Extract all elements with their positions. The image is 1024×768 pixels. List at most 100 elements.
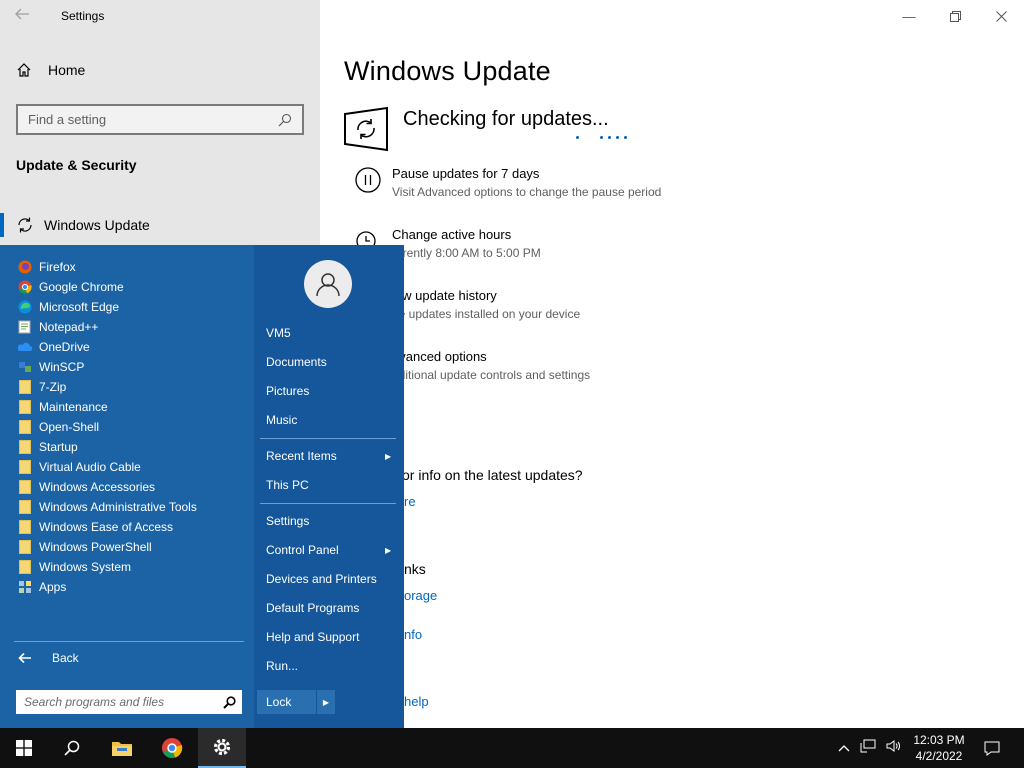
program-label: Startup (39, 440, 78, 454)
program-list: Firefox Google Chrome Microsoft Edge Not… (18, 257, 197, 597)
menu-documents[interactable]: Documents (266, 355, 327, 369)
search-icon (278, 113, 292, 126)
taskbar-settings[interactable] (198, 728, 246, 768)
active-indicator (0, 213, 4, 237)
minimize-button[interactable]: — (886, 0, 932, 32)
page-title: Windows Update (344, 56, 551, 86)
folder-icon (18, 380, 32, 394)
taskbar-chrome[interactable] (148, 728, 196, 768)
option-title: Pause updates for 7 days (392, 166, 540, 181)
folder-icon (18, 540, 32, 554)
search-icon (223, 695, 236, 709)
back-arrow-icon (18, 652, 31, 664)
search-programs-placeholder: Search programs and files (24, 695, 165, 709)
menu-music[interactable]: Music (266, 413, 297, 427)
program-windows-powershell[interactable]: Windows PowerShell (18, 537, 197, 557)
program-label: Firefox (39, 260, 76, 274)
find-setting-placeholder: Find a setting (28, 112, 107, 127)
section-heading: Update & Security (16, 157, 137, 173)
notepadpp-icon (18, 320, 32, 334)
menu-recent-items[interactable]: Recent Items (266, 449, 337, 463)
menu-this-pc[interactable]: This PC (266, 478, 309, 492)
file-explorer-icon (112, 742, 132, 756)
nav-windows-update[interactable]: Windows Update (0, 209, 320, 241)
program-label: 7-Zip (39, 380, 67, 394)
program-windows-ease-of-access[interactable]: Windows Ease of Access (18, 517, 197, 537)
taskbar-search-button[interactable] (48, 728, 96, 768)
option-title: iew update history (392, 288, 497, 303)
menu-settings[interactable]: Settings (266, 514, 309, 528)
program-maintenance[interactable]: Maintenance (18, 397, 197, 417)
related-links-heading: nks (404, 561, 426, 577)
chrome-icon (18, 280, 32, 294)
program-label: Virtual Audio Cable (39, 460, 141, 474)
program-virtual-audio-cable[interactable]: Virtual Audio Cable (18, 457, 197, 477)
start-button[interactable] (0, 728, 48, 768)
menu-devices-printers[interactable]: Devices and Printers (266, 572, 377, 586)
program-label: Windows PowerShell (39, 540, 152, 554)
program-windows-accessories[interactable]: Windows Accessories (18, 477, 197, 497)
program-open-shell[interactable]: Open-Shell (18, 417, 197, 437)
os-info-link[interactable]: nfo (404, 627, 422, 642)
storage-link[interactable]: orage (404, 588, 437, 603)
program-label: Open-Shell (39, 420, 100, 434)
search-programs-input[interactable]: Search programs and files (16, 690, 242, 714)
program-label: WinSCP (39, 360, 85, 374)
taskbar-file-explorer[interactable] (98, 728, 146, 768)
system-tray (838, 728, 902, 768)
volume-icon[interactable] (886, 739, 902, 758)
program-notepadpp[interactable]: Notepad++ (18, 317, 197, 337)
lock-button[interactable]: Lock ▶ (257, 690, 335, 714)
user-avatar[interactable] (304, 260, 352, 308)
option-title: dvanced options (392, 349, 487, 364)
info-heading: or info on the latest updates? (402, 467, 583, 483)
nav-home-label: Home (48, 62, 86, 78)
menu-user[interactable]: VM5 (266, 326, 291, 340)
window-controls: — (886, 0, 1024, 32)
back-button[interactable]: Back (18, 651, 79, 665)
submenu-arrow-icon: ▶ (385, 452, 392, 461)
folder-icon (18, 480, 32, 494)
nav-home[interactable]: Home (16, 62, 85, 78)
menu-help-support[interactable]: Help and Support (266, 630, 359, 644)
restore-button[interactable] (932, 0, 978, 32)
back-arrow-icon[interactable] (14, 6, 34, 26)
program-label: Windows Administrative Tools (39, 500, 197, 514)
program-label: Windows System (39, 560, 132, 574)
program-apps[interactable]: Apps (18, 577, 197, 597)
program-winscp[interactable]: WinSCP (18, 357, 197, 377)
close-button[interactable] (978, 0, 1024, 32)
pause-icon (355, 167, 381, 193)
get-help-link[interactable]: help (404, 694, 429, 709)
find-setting-input[interactable]: Find a setting (16, 104, 304, 135)
folder-icon (18, 520, 32, 534)
show-hidden-icons-chevron-icon[interactable] (838, 741, 850, 755)
menu-control-panel[interactable]: Control Panel (266, 543, 339, 557)
program-firefox[interactable]: Firefox (18, 257, 197, 277)
divider (14, 641, 244, 642)
menu-default-programs[interactable]: Default Programs (266, 601, 359, 615)
program-7zip[interactable]: 7-Zip (18, 377, 197, 397)
action-center-button[interactable] (980, 728, 1004, 768)
program-label: OneDrive (39, 340, 90, 354)
taskbar-clock[interactable]: 12:03 PM 4/2/2022 (906, 732, 972, 764)
winscp-icon (18, 360, 32, 374)
network-icon[interactable] (860, 739, 876, 758)
firefox-icon (18, 260, 32, 274)
program-label: Windows Ease of Access (39, 520, 174, 534)
learn-more-link[interactable]: re (404, 494, 416, 509)
program-windows-system[interactable]: Windows System (18, 557, 197, 577)
option-subtitle: urrently 8:00 AM to 5:00 PM (392, 246, 541, 260)
menu-run[interactable]: Run... (266, 659, 298, 673)
shutdown-options-arrow-icon[interactable]: ▶ (316, 690, 335, 714)
program-startup[interactable]: Startup (18, 437, 197, 457)
program-windows-admin-tools[interactable]: Windows Administrative Tools (18, 497, 197, 517)
nav-windows-update-label: Windows Update (44, 217, 150, 233)
pause-updates-option[interactable]: Pause updates for 7 days Visit Advanced … (354, 166, 661, 199)
program-chrome[interactable]: Google Chrome (18, 277, 197, 297)
folder-icon (18, 560, 32, 574)
program-onedrive[interactable]: OneDrive (18, 337, 197, 357)
menu-pictures[interactable]: Pictures (266, 384, 309, 398)
window-title: Settings (61, 9, 105, 23)
program-edge[interactable]: Microsoft Edge (18, 297, 197, 317)
